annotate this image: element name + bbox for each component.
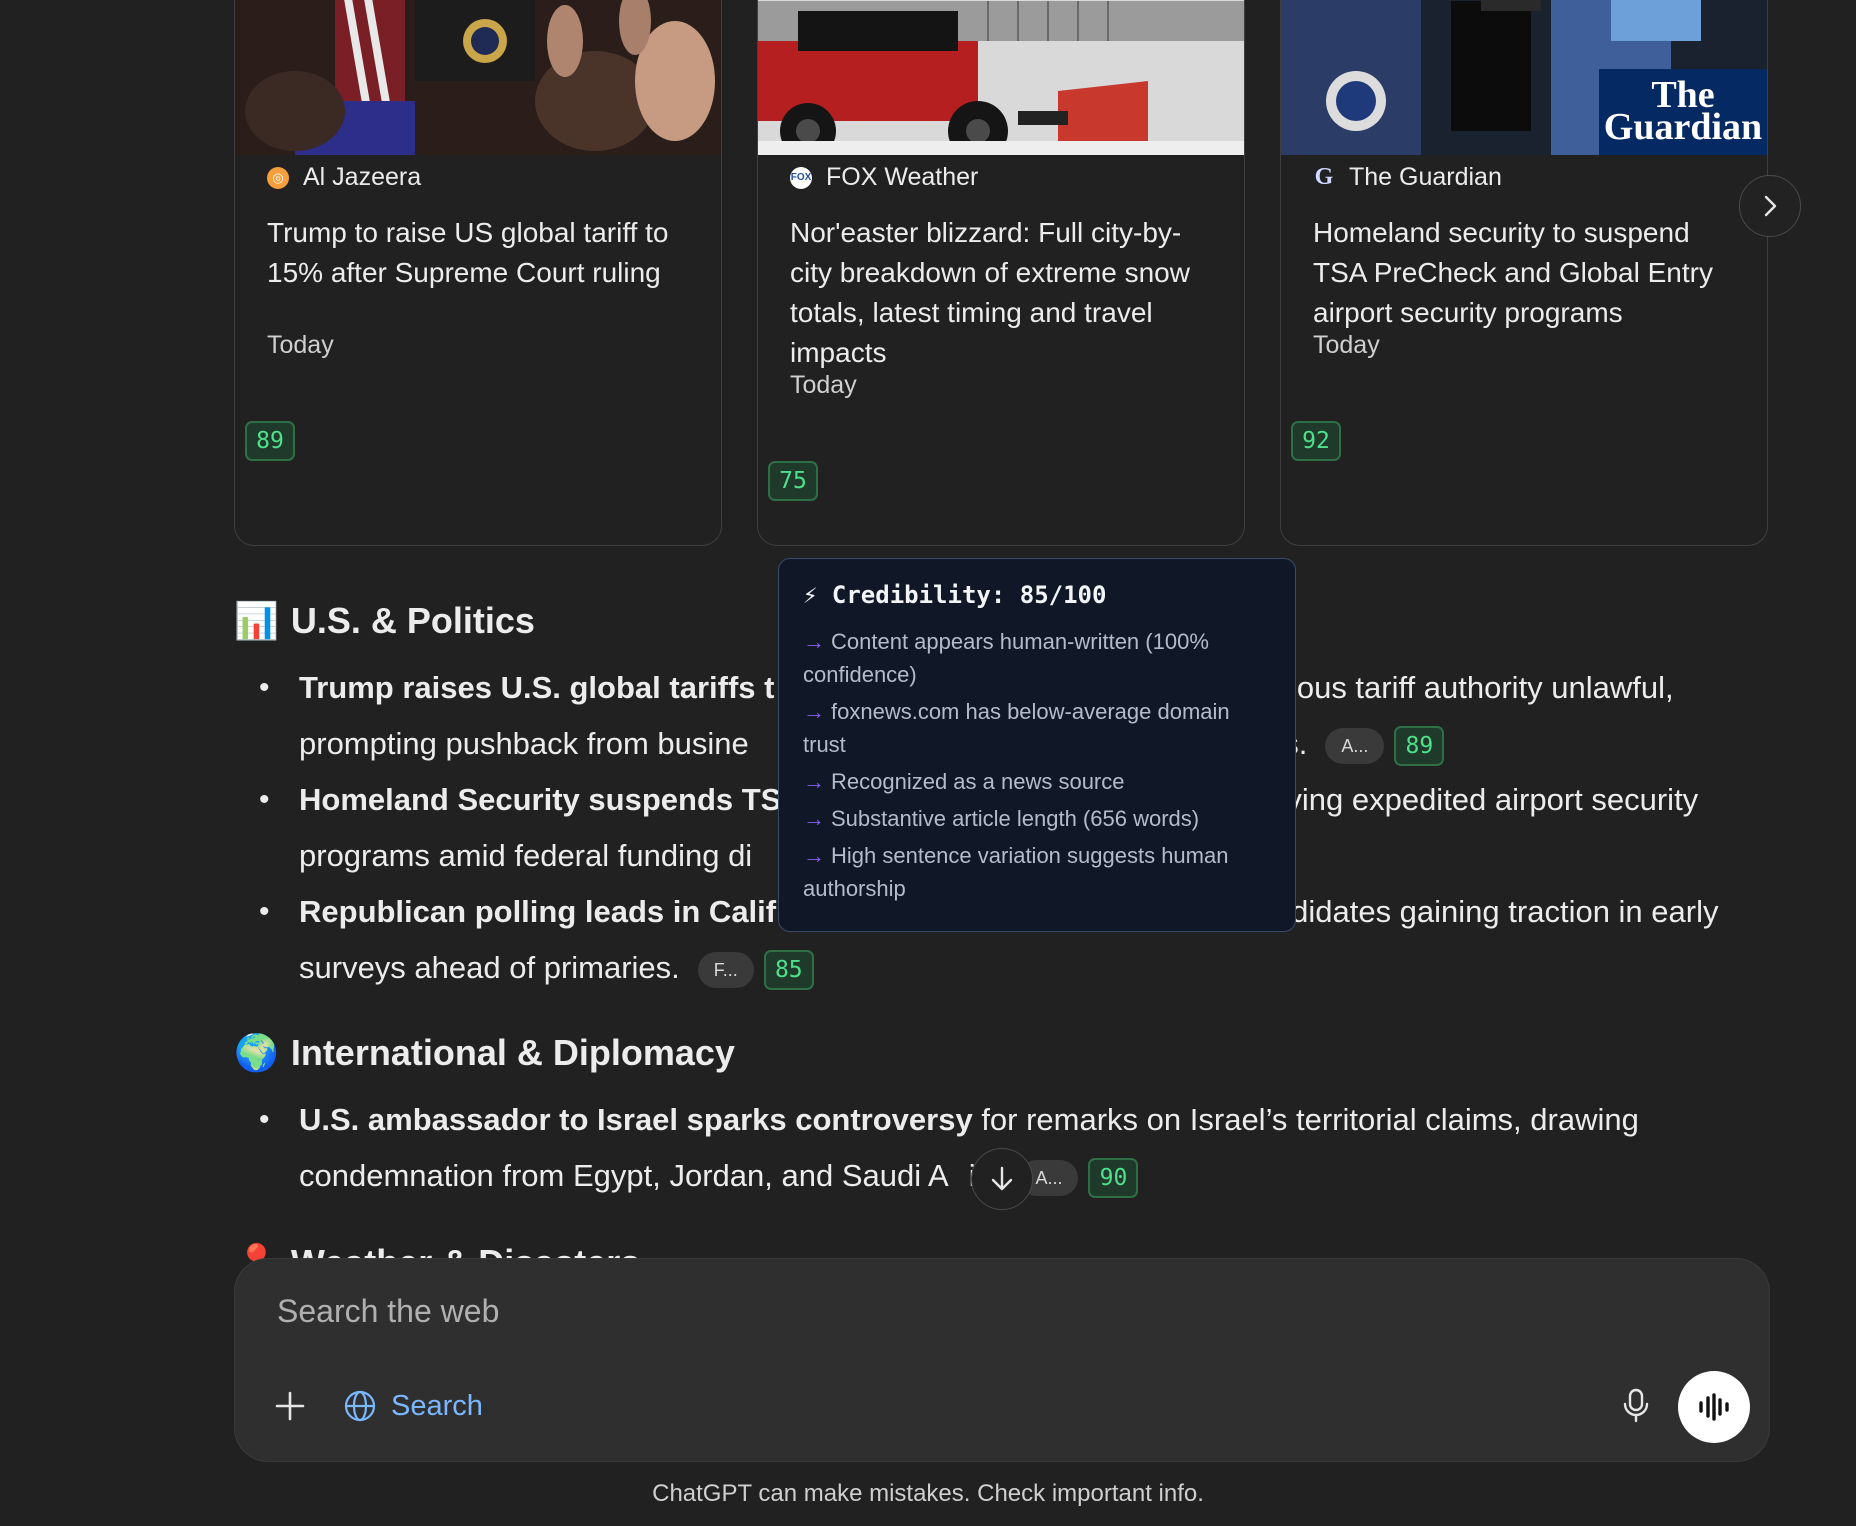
add-attachment-button[interactable] xyxy=(269,1385,311,1427)
microphone-icon xyxy=(1623,1388,1649,1423)
voice-wave-icon xyxy=(1699,1393,1729,1421)
chevron-right-icon xyxy=(1764,195,1777,217)
news-thumbnail xyxy=(235,0,721,155)
credibility-score-badge[interactable]: 89 xyxy=(245,421,295,461)
news-date: Today xyxy=(790,371,857,399)
news-title: Homeland security to suspend TSA PreChec… xyxy=(1313,217,1713,328)
section-heading-politics: 📊 U.S. & Politics xyxy=(234,600,535,641)
credibility-score-badge[interactable]: 85 xyxy=(763,949,814,990)
scroll-down-button[interactable] xyxy=(971,1148,1033,1210)
news-card-al-jazeera[interactable]: ◎ Al Jazeera Trump to raise US global ta… xyxy=(234,0,722,546)
credibility-score-badge[interactable]: 92 xyxy=(1291,421,1341,461)
news-thumbnail: The Guardian xyxy=(1281,0,1767,155)
news-date: Today xyxy=(1313,331,1380,359)
dictate-button[interactable] xyxy=(1611,1381,1661,1431)
news-source: Al Jazeera xyxy=(303,163,422,191)
fox-icon: FOX xyxy=(790,166,812,189)
news-card-guardian[interactable]: The Guardian G The Guardian Homeland sec… xyxy=(1280,0,1768,546)
tooltip-reason: → Content appears human-written (100% con… xyxy=(803,629,1209,687)
carousel-next-button[interactable] xyxy=(1739,175,1801,237)
source-chip[interactable]: A... xyxy=(1325,727,1385,764)
news-title: Nor'easter blizzard: Full city-by-city b… xyxy=(790,217,1190,368)
arrow-right-icon: → xyxy=(803,699,825,724)
arrow-right-icon: → xyxy=(803,806,825,831)
arrow-right-icon: → xyxy=(803,843,825,868)
news-card-fox-weather[interactable]: FOX FOX Weather Nor'easter blizzard: Ful… xyxy=(757,0,1245,546)
disclaimer-text: ChatGPT can make mistakes. Check importa… xyxy=(652,1480,1204,1507)
plus-icon xyxy=(275,1391,305,1421)
news-source: FOX Weather xyxy=(826,163,979,191)
tooltip-reason: → Substantive article length (656 words) xyxy=(803,806,1200,831)
chat-composer: Search xyxy=(234,1258,1770,1462)
arrow-right-icon: → xyxy=(803,629,825,654)
search-input[interactable] xyxy=(275,1285,1479,1337)
al-jazeera-icon: ◎ xyxy=(267,166,289,189)
arrow-down-icon xyxy=(991,1166,1013,1191)
credibility-score-badge[interactable]: 90 xyxy=(1088,1157,1139,1198)
tooltip-reason: → Recognized as a news source xyxy=(803,769,1125,794)
news-source: The Guardian xyxy=(1349,163,1502,191)
tooltip-title: ⚡ Credibility: 85/100 xyxy=(803,581,1107,609)
credibility-tooltip: ⚡ Credibility: 85/100 → Content appears h… xyxy=(778,558,1296,932)
web-search-toggle[interactable]: Search xyxy=(343,1381,483,1431)
news-title: Trump to raise US global tariff to 15% a… xyxy=(267,217,669,288)
guardian-icon: G xyxy=(1314,164,1334,190)
globe-icon xyxy=(344,1390,376,1422)
source-chip[interactable]: F... xyxy=(697,951,754,988)
section-heading-international: 🌍 International & Diplomacy xyxy=(234,1032,735,1073)
chart-emoji-icon: 📊 xyxy=(234,600,279,641)
credibility-score-badge[interactable]: 75 xyxy=(768,461,818,501)
tooltip-reason: → foxnews.com has below-average domain tr… xyxy=(803,699,1230,757)
tooltip-reason: → High sentence variation suggests human … xyxy=(803,843,1229,901)
arrow-right-icon: → xyxy=(803,769,825,794)
search-button-label: Search xyxy=(391,1389,483,1422)
news-thumbnail xyxy=(758,0,1244,155)
news-date: Today xyxy=(267,331,334,359)
voice-mode-button[interactable] xyxy=(1678,1371,1750,1443)
credibility-score-badge[interactable]: 89 xyxy=(1394,725,1445,766)
globe-emoji-icon: 🌍 xyxy=(234,1032,279,1073)
guardian-logo: The Guardian xyxy=(1599,69,1767,155)
